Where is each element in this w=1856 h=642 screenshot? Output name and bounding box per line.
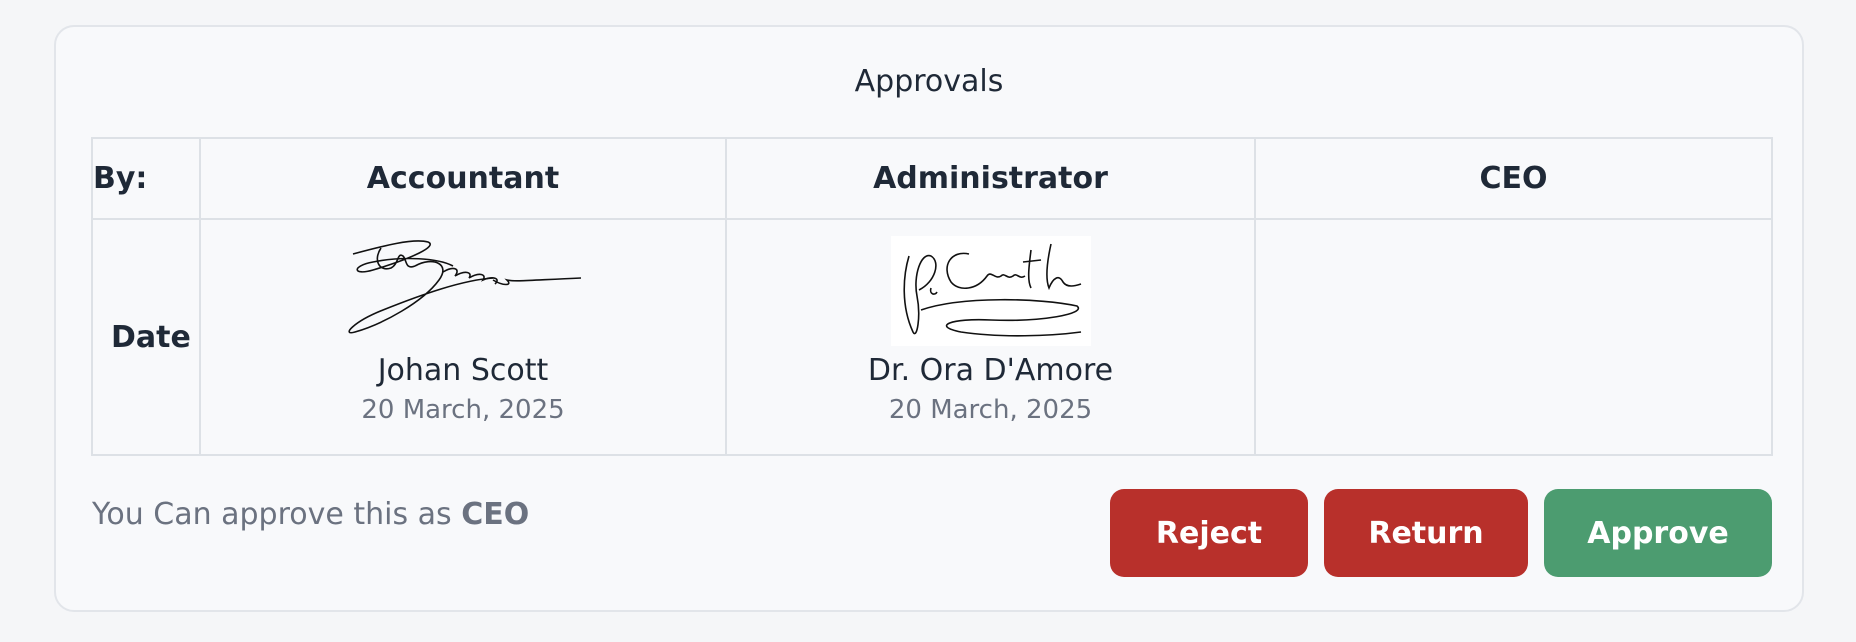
approval-cell-administrator: Dr. Ora D'Amore 20 March, 2025 <box>725 218 1256 456</box>
approval-cell-ceo <box>1254 218 1773 456</box>
ceo-name <box>1256 222 1771 264</box>
approval-note-text: You Can approve this as <box>92 497 452 532</box>
column-header-administrator: Administrator <box>725 137 1256 220</box>
by-header: By: <box>91 137 201 220</box>
column-header-ceo: CEO <box>1254 137 1773 220</box>
date-row-header: Date <box>91 218 201 456</box>
administrator-signature <box>890 236 1091 346</box>
accountant-date: 20 March, 2025 <box>361 395 565 425</box>
accountant-signature <box>343 236 583 350</box>
return-button[interactable]: Return <box>1324 489 1528 577</box>
approval-note-role: CEO <box>461 497 530 532</box>
administrator-name: Dr. Ora D'Amore <box>867 353 1114 388</box>
table-header-row: By: Accountant Administrator CEO <box>91 137 1773 220</box>
approve-button[interactable]: Approve <box>1544 489 1772 577</box>
reject-button[interactable]: Reject <box>1110 489 1308 577</box>
card-title: Approvals <box>854 64 1004 99</box>
administrator-date: 20 March, 2025 <box>888 395 1093 425</box>
approval-cell-accountant: Johan Scott 20 March, 2025 <box>199 218 727 456</box>
table-row: Date Johan Scott 20 March, 2025 Dr. Ora … <box>91 218 1773 456</box>
approval-note: You Can approve this as CEO <box>92 497 529 532</box>
approvals-table: By: Accountant Administrator CEO Date Jo… <box>91 137 1773 456</box>
column-header-accountant: Accountant <box>199 137 727 220</box>
approvals-card: Approvals By: Accountant Administrator C… <box>54 25 1804 612</box>
accountant-name: Johan Scott <box>377 353 549 388</box>
